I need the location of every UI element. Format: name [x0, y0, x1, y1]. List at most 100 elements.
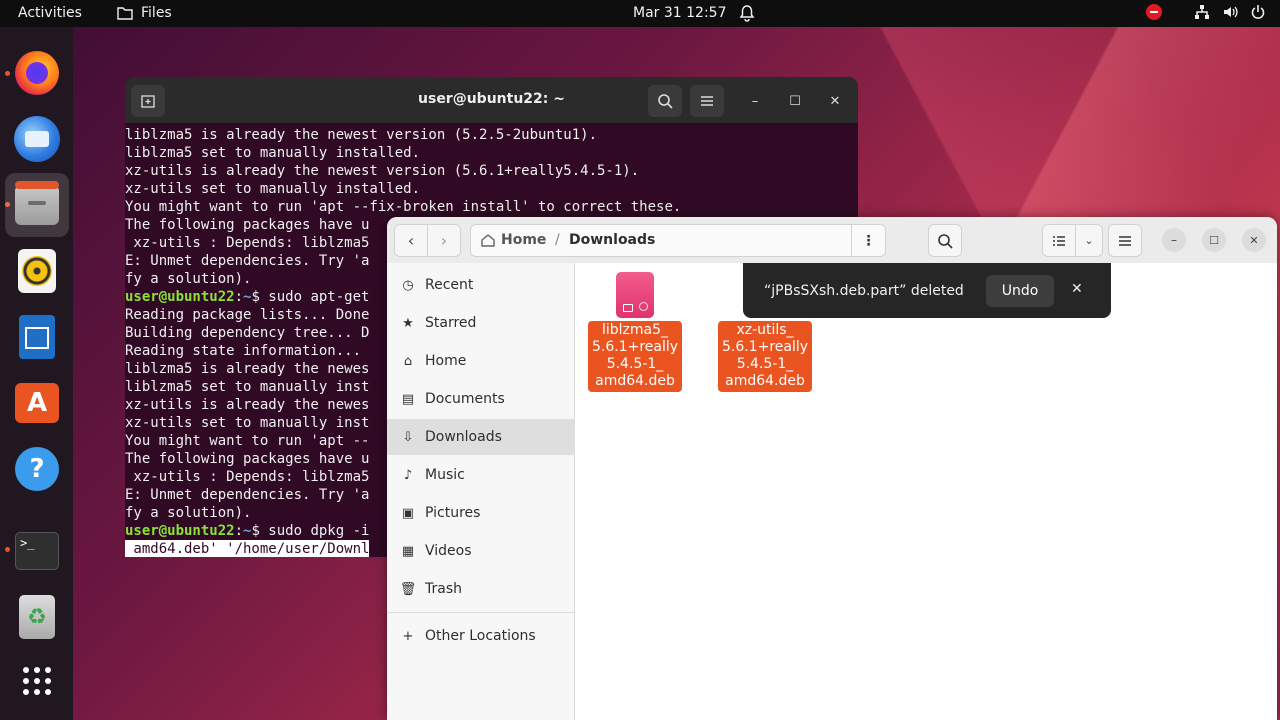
download-icon: ⇩: [402, 429, 414, 445]
files-launcher[interactable]: [5, 173, 69, 237]
firefox-launcher[interactable]: [13, 49, 61, 97]
stop-recording-icon[interactable]: [1146, 4, 1162, 20]
app-center-icon: A: [15, 383, 59, 423]
terminal-maximize-button[interactable]: ☐: [783, 89, 807, 113]
output-text: The following packages have u: [125, 451, 370, 467]
sidebar-item-home[interactable]: ⌂ Home: [387, 343, 575, 379]
help-icon: ?: [15, 447, 59, 491]
output-text: xz-utils : Depends: liblzma5: [125, 469, 370, 485]
view-options-button[interactable]: ⌄: [1075, 224, 1103, 257]
network-icon: [1195, 5, 1209, 19]
minimize-icon: –: [751, 93, 759, 109]
bell-icon[interactable]: [739, 4, 755, 26]
sidebar-item-documents[interactable]: ▤ Documents: [387, 381, 575, 417]
folder-icon: [117, 7, 133, 20]
chevron-left-icon: ‹: [407, 231, 415, 250]
top-bar: Activities Files Mar 31 12:57: [0, 0, 1280, 27]
terminal-line: liblzma5 set to manually installed.: [125, 144, 858, 162]
clock[interactable]: Mar 31 12:57: [633, 5, 726, 21]
sidebar-item-videos[interactable]: ▦ Videos: [387, 533, 575, 569]
prompt-command: $ sudo dpkg -i: [251, 523, 370, 539]
terminal-search-button[interactable]: [648, 85, 682, 117]
close-icon[interactable]: ✕: [1071, 281, 1083, 297]
power-icon: [1251, 5, 1265, 19]
terminal-line: xz-utils is already the newest version (…: [125, 162, 858, 180]
path-menu-button[interactable]: ⋮: [851, 224, 885, 257]
output-text: fy a solution).: [125, 505, 252, 521]
files-headerbar[interactable]: ‹ › Home / Downloads ⋮ ⌄ – ☐ ✕: [387, 217, 1277, 263]
thunderbird-icon: [14, 116, 60, 162]
deb-package-icon: [616, 272, 654, 318]
writer-launcher[interactable]: [13, 313, 61, 361]
path-home-button[interactable]: Home: [481, 232, 546, 248]
activities-button[interactable]: Activities: [18, 5, 82, 21]
path-bar[interactable]: Home / Downloads ⋮: [470, 224, 886, 257]
rhythmbox-launcher[interactable]: [13, 247, 61, 295]
files-search-button[interactable]: [928, 224, 962, 257]
trash-icon: 🗑: [399, 581, 417, 597]
terminal-close-button[interactable]: ✕: [823, 89, 847, 113]
sidebar-item-pictures[interactable]: ▣ Pictures: [387, 495, 575, 531]
terminal-minimize-button[interactable]: –: [743, 89, 767, 113]
path-home-label: Home: [501, 232, 547, 248]
sidebar-item-trash[interactable]: 🗑 Trash: [387, 571, 575, 607]
running-indicator: [5, 547, 10, 552]
file-item[interactable]: liblzma5_ 5.6.1+really 5.4.5-1_ amd64.de…: [577, 272, 693, 392]
prompt-user: user@ubuntu22: [125, 523, 235, 539]
view-toggle-button[interactable]: [1042, 224, 1076, 257]
output-text: xz-utils is already the newest version (…: [125, 163, 640, 179]
output-text: liblzma5 is already the newest version (…: [125, 127, 598, 143]
maximize-icon: ☐: [789, 93, 801, 109]
system-tray[interactable]: [1146, 4, 1266, 20]
output-text: liblzma5 is already the newes: [125, 361, 370, 377]
sidebar-item-label: Documents: [425, 391, 505, 407]
app-center-launcher[interactable]: A: [13, 379, 61, 427]
terminal-menu-button[interactable]: [690, 85, 724, 117]
output-text: xz-utils set to manually inst: [125, 415, 370, 431]
app-menu-files[interactable]: Files: [117, 5, 172, 21]
files-close-button[interactable]: ✕: [1242, 228, 1266, 252]
help-launcher[interactable]: ?: [13, 445, 61, 493]
undo-button[interactable]: Undo: [986, 275, 1054, 307]
output-text: xz-utils is already the newes: [125, 397, 370, 413]
output-text: The following packages have u: [125, 217, 370, 233]
terminal-launcher[interactable]: >_: [13, 527, 61, 575]
sidebar-item-starred[interactable]: ★ Starred: [387, 305, 575, 341]
forward-button[interactable]: ›: [427, 224, 461, 257]
path-current-folder[interactable]: Downloads: [569, 232, 655, 248]
files-maximize-button[interactable]: ☐: [1202, 228, 1226, 252]
firefox-icon: [15, 51, 59, 95]
app-grid-icon: [23, 667, 51, 695]
close-icon: ✕: [1249, 233, 1259, 247]
show-apps-button[interactable]: [13, 657, 61, 705]
sidebar-item-other-locations[interactable]: + Other Locations: [387, 618, 575, 654]
notification-message: “jPBsSXsh.deb.part” deleted: [764, 283, 964, 299]
files-minimize-button[interactable]: –: [1162, 228, 1186, 252]
running-indicator: [5, 71, 10, 76]
output-text: xz-utils set to manually installed.: [125, 181, 421, 197]
vertical-dots-icon: ⋮: [861, 232, 876, 249]
close-icon: ✕: [829, 93, 841, 109]
chevron-right-icon: ›: [440, 231, 448, 250]
trash-launcher[interactable]: ♻: [13, 593, 61, 641]
app-name: Files: [141, 5, 172, 21]
output-text: E: Unmet dependencies. Try 'a: [125, 253, 370, 269]
back-button[interactable]: ‹: [394, 224, 428, 257]
terminal-titlebar[interactable]: user@ubuntu22: ~ – ☐ ✕: [125, 77, 858, 123]
prompt-colon: :: [234, 289, 244, 305]
output-text: You might want to run 'apt --fix-broken …: [125, 199, 682, 215]
hamburger-icon: [1119, 235, 1131, 246]
volume-icon: [1224, 6, 1238, 18]
thunderbird-launcher[interactable]: [13, 115, 61, 163]
sidebar-item-music[interactable]: ♪ Music: [387, 457, 575, 493]
files-menu-button[interactable]: [1108, 224, 1142, 257]
picture-icon: ▣: [401, 505, 415, 521]
sidebar-item-downloads[interactable]: ⇩ Downloads: [387, 419, 575, 455]
sidebar-item-recent[interactable]: ◷ Recent: [387, 267, 575, 303]
prompt-colon: :: [234, 523, 244, 539]
rhythmbox-icon: [18, 249, 56, 293]
output-text: liblzma5 set to manually inst: [125, 379, 370, 395]
file-name: xz-utils_ 5.6.1+really 5.4.5-1_ amd64.de…: [717, 321, 813, 392]
output-text: Building dependency tree... D: [125, 325, 370, 341]
terminal-icon: >_: [15, 532, 59, 570]
